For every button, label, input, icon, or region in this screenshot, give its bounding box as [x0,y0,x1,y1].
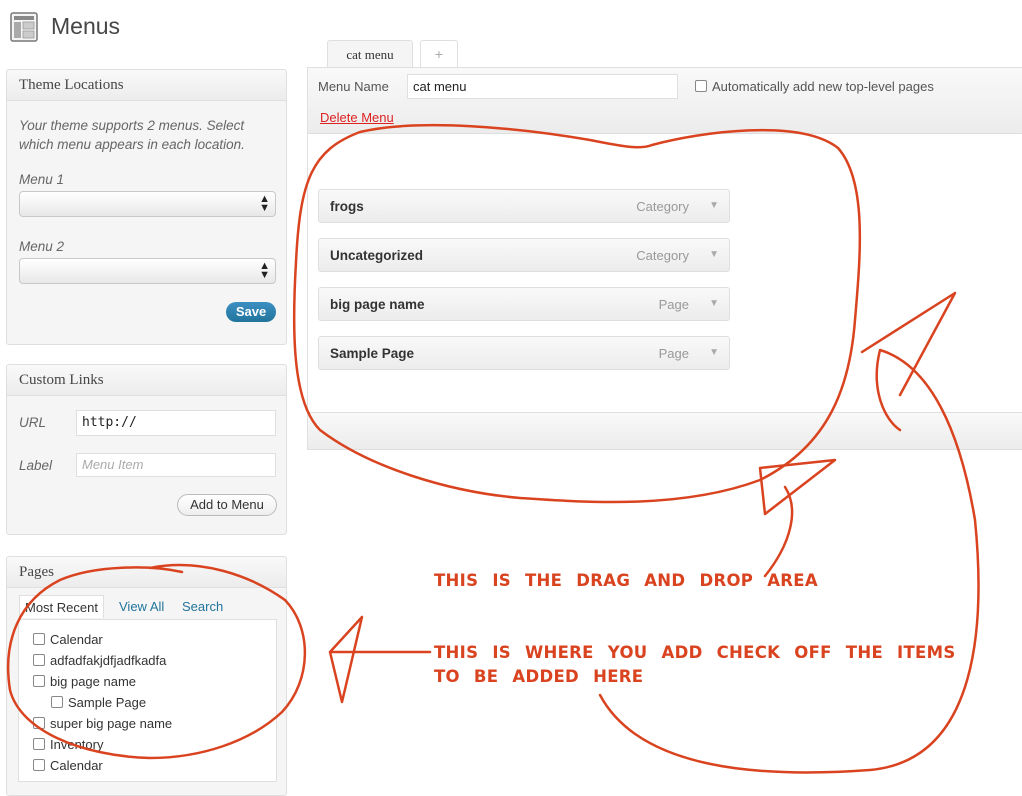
menu-item[interactable]: Sample Page Page ▼ [318,336,730,370]
pages-heading[interactable]: Pages [7,557,286,588]
arrow-to-drag-area [758,458,837,578]
checkbox[interactable] [33,759,45,771]
menu-item-label-input[interactable]: Menu Item [76,453,276,477]
add-to-menu-button[interactable]: Add to Menu [177,494,277,516]
menu2-select[interactable]: ▲ ▼ [19,258,276,284]
menu1-label: Menu 1 [19,172,65,187]
menu-item-title: Sample Page [330,346,415,361]
menu-item-title: Uncategorized [330,248,424,263]
custom-links-heading[interactable]: Custom Links [7,365,286,396]
menu-item[interactable]: frogs Category ▼ [318,189,730,223]
menu-name-label: Menu Name [318,79,389,94]
checkbox[interactable] [33,675,45,687]
menu-item-type: Page [658,346,689,361]
theme-locations-heading[interactable]: Theme Locations [7,70,286,101]
expand-arrow-icon[interactable]: ▼ [709,249,719,260]
menu-item-type: Category [636,248,689,263]
checkbox[interactable] [33,738,45,750]
menu-name-input[interactable]: cat menu [407,74,678,99]
menu-footer [308,412,1022,449]
save-button[interactable]: Save [226,302,276,322]
checkbox[interactable] [33,717,45,729]
theme-locations-description: Your theme supports 2 menus. Select whic… [19,116,245,154]
description-line-1: Your theme supports 2 menus. Select [19,118,245,133]
expand-arrow-icon[interactable]: ▼ [709,298,719,309]
checkbox[interactable] [33,654,45,666]
pages-checklist: Calendar adfadfakjdfjadfkadfa big page n… [18,619,277,782]
url-input[interactable]: http:// [76,410,276,436]
arrow-to-pages [328,615,432,704]
expand-arrow-icon[interactable]: ▼ [709,200,719,211]
auto-add-checkbox[interactable] [695,80,707,92]
list-item[interactable]: Calendar [33,632,103,647]
menu-item-type: Page [658,297,689,312]
page-title: Menus [51,13,121,39]
expand-arrow-icon[interactable]: ▼ [709,347,719,358]
menu-item-title: frogs [330,199,364,214]
menu-editor: Menu Name cat menu Automatically add new… [307,67,1022,450]
checkbox[interactable] [51,696,63,708]
auto-add-option[interactable]: Automatically add new top-level pages [695,79,934,94]
add-menu-tab[interactable]: + [420,40,458,68]
drag-drop-annotation: THIS IS THE DRAG AND DROP AREA [434,571,818,590]
menu-tab-cat-menu[interactable]: cat menu [327,40,413,68]
select-arrows-icon: ▲ ▼ [259,193,270,214]
list-item[interactable]: adfadfakjdfjadfkadfa [33,653,166,668]
list-item[interactable]: big page name [33,674,136,689]
menu-item[interactable]: big page name Page ▼ [318,287,730,321]
checkbox[interactable] [33,633,45,645]
url-label: URL [19,415,47,430]
add-items-annotation-line2: TO BE ADDED HERE [434,667,644,686]
custom-links-box: Custom Links URL http:// Label Menu Item… [6,364,287,535]
theme-locations-box: Theme Locations Your theme supports 2 me… [6,69,287,345]
description-line-2: which menu appears in each location. [19,137,245,152]
delete-menu-link[interactable]: Delete Menu [320,110,394,125]
tab-search[interactable]: Search [182,595,223,614]
menu1-select[interactable]: ▲ ▼ [19,191,276,217]
auto-add-label: Automatically add new top-level pages [712,79,934,94]
list-item[interactable]: super big page name [33,716,172,731]
menu-header: Menu Name cat menu Automatically add new… [308,68,1022,134]
add-items-annotation-line1: THIS IS WHERE YOU ADD CHECK OFF THE ITEM… [434,643,956,662]
menus-page-icon [10,12,38,42]
list-item[interactable]: Sample Page [51,695,146,710]
pages-box: Pages Most Recent View All Search Calend… [6,556,287,796]
menu-item-type: Category [636,199,689,214]
label-label: Label [19,458,53,473]
list-item[interactable]: Calendar [33,758,103,773]
select-arrows-icon: ▲ ▼ [259,260,270,281]
tab-most-recent[interactable]: Most Recent [19,595,104,618]
list-item[interactable]: Inventory [33,737,103,752]
menu-item[interactable]: Uncategorized Category ▼ [318,238,730,272]
menu2-label: Menu 2 [19,239,65,254]
tab-view-all[interactable]: View All [119,595,164,614]
menu-item-title: big page name [330,297,425,312]
